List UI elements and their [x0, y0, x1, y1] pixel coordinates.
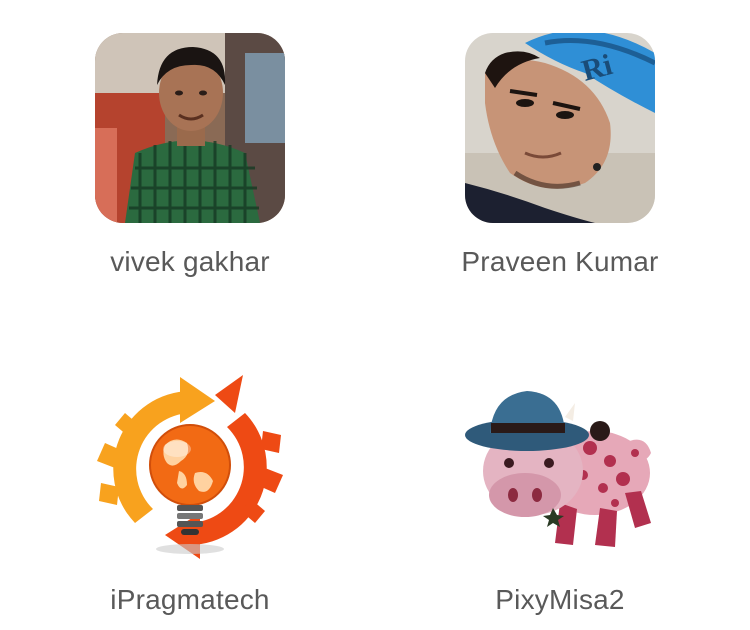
user-name[interactable]: iPragmatech: [110, 583, 269, 617]
globe-lightbulb-logo-icon[interactable]: [95, 373, 285, 563]
person-selfie-photo-icon[interactable]: Ri: [465, 33, 655, 223]
user-name[interactable]: PixyMisa2: [495, 583, 624, 617]
person-photo-icon[interactable]: [95, 33, 285, 223]
user-card-ipragmatech[interactable]: iPragmatech: [40, 373, 340, 617]
user-card-praveen-kumar[interactable]: Ri Praveen Kumar: [410, 33, 710, 279]
user-name[interactable]: vivek gakhar: [110, 245, 270, 279]
user-card-vivek-gakhar[interactable]: vivek gakhar: [40, 33, 340, 279]
user-grid: vivek gakhar Ri Praveen Kumar iPragmatec…: [0, 0, 750, 630]
user-card-pixymisa2[interactable]: PixyMisa2: [410, 373, 710, 617]
user-name[interactable]: Praveen Kumar: [461, 245, 658, 279]
toy-cow-with-hat-icon[interactable]: [465, 373, 655, 563]
